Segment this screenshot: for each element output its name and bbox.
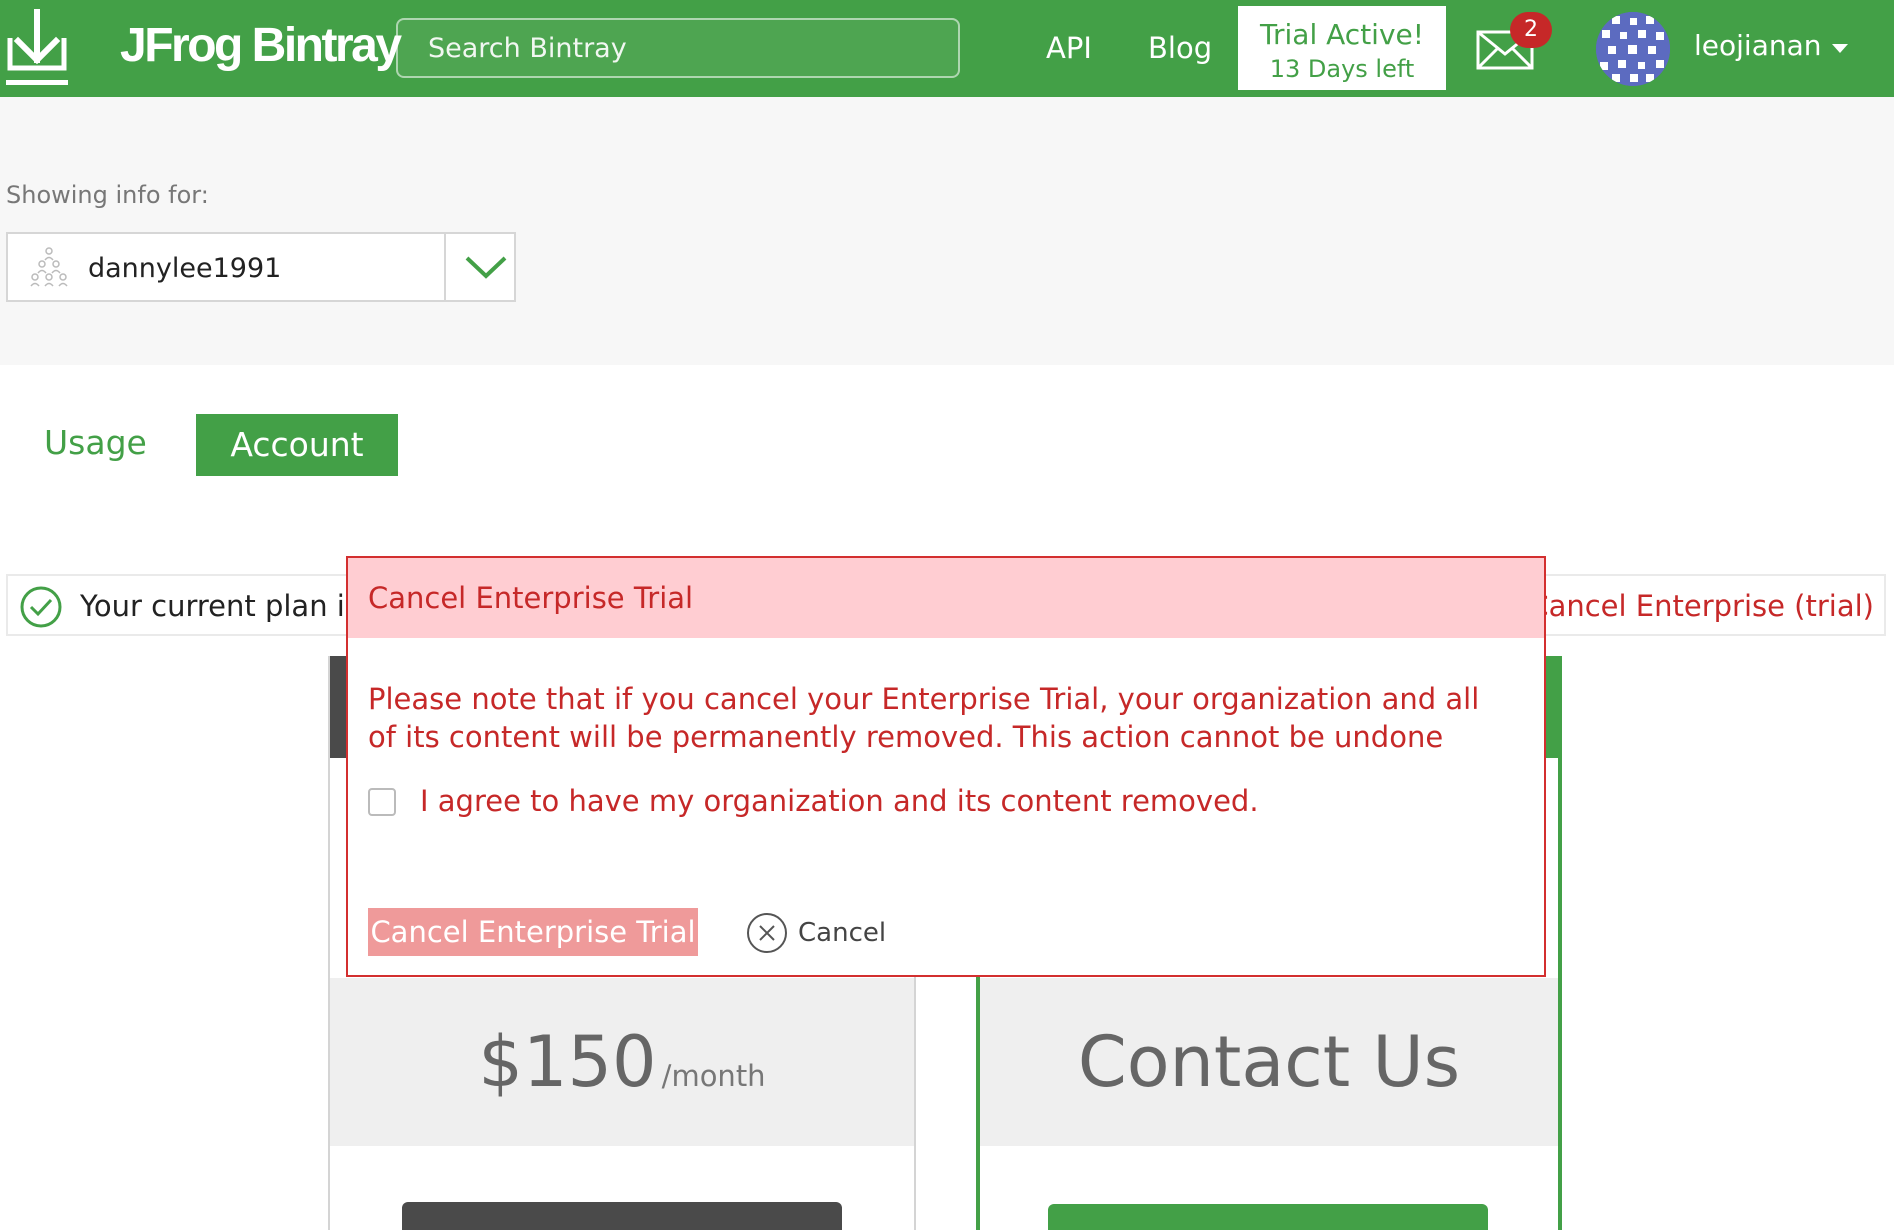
- showing-info-label: Showing info for:: [6, 181, 209, 209]
- dialog-cancel-label[interactable]: Cancel: [798, 916, 886, 950]
- select-divider: [444, 234, 446, 300]
- trial-days-left: 13 Days left: [1269, 55, 1415, 83]
- avatar-pattern-icon: [1596, 12, 1670, 86]
- current-plan-text: Your current plan is E: [80, 589, 388, 623]
- agree-checkbox[interactable]: [368, 788, 396, 816]
- top-nav-bar: JFrog Bintray API Blog Trial Active! 13 …: [0, 0, 1894, 97]
- agree-label[interactable]: I agree to have my organization and its …: [420, 782, 1259, 820]
- tab-account[interactable]: Account: [196, 414, 398, 476]
- close-circle-icon[interactable]: [746, 912, 788, 954]
- confirm-cancel-trial-button[interactable]: Cancel Enterprise Trial: [368, 908, 698, 956]
- user-menu-name[interactable]: leojianan: [1694, 26, 1822, 66]
- plan-price-unit: /month: [661, 1059, 766, 1093]
- cancel-trial-dialog: Cancel Enterprise Trial Please note that…: [346, 556, 1546, 977]
- plan-select-button[interactable]: [402, 1202, 842, 1230]
- organization-people-icon: [30, 247, 68, 287]
- trial-status-badge[interactable]: Trial Active! 13 Days left: [1238, 6, 1446, 90]
- plan-price: $150: [478, 1021, 657, 1103]
- search-box[interactable]: [396, 18, 960, 78]
- plan-contact-panel: Contact Us: [980, 978, 1558, 1146]
- contact-us-text: Contact Us: [1077, 1021, 1461, 1103]
- check-circle-icon: [20, 586, 62, 628]
- nav-link-api[interactable]: API: [1046, 28, 1092, 68]
- plan-contact-button[interactable]: [1048, 1204, 1488, 1230]
- dialog-header: Cancel Enterprise Trial: [348, 558, 1544, 638]
- brand-logo[interactable]: JFrog Bintray: [120, 18, 402, 74]
- plan-price-panel: $150 /month: [330, 978, 914, 1146]
- avatar[interactable]: [1596, 12, 1670, 86]
- account-info-band: [0, 97, 1894, 365]
- messages-count-badge: 2: [1510, 12, 1552, 48]
- caret-down-icon[interactable]: [1832, 44, 1848, 53]
- trial-status-title: Trial Active!: [1260, 18, 1424, 51]
- download-arrow-icon[interactable]: [4, 8, 70, 88]
- nav-link-blog[interactable]: Blog: [1148, 28, 1212, 68]
- organization-name: dannylee1991: [88, 253, 282, 284]
- search-input[interactable]: [398, 20, 958, 76]
- dialog-title: Cancel Enterprise Trial: [368, 581, 694, 615]
- organization-select[interactable]: dannylee1991: [6, 232, 516, 302]
- dialog-warning-text: Please note that if you cancel your Ente…: [368, 682, 1480, 754]
- cancel-enterprise-trial-link[interactable]: Cancel Enterprise (trial): [1528, 588, 1874, 624]
- chevron-down-icon[interactable]: [464, 252, 508, 282]
- tab-usage[interactable]: Usage: [44, 420, 147, 466]
